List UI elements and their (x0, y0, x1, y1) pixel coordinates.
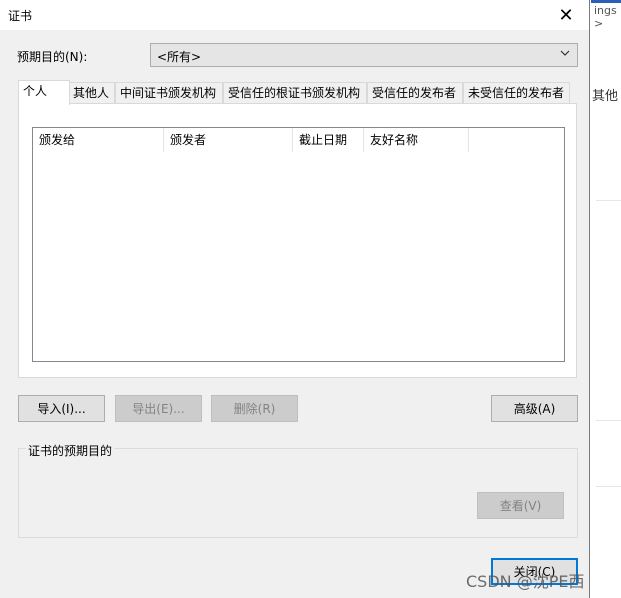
tab-untrusted-publishers[interactable]: 未受信任的发布者 (463, 82, 570, 103)
intended-purpose-label: 预期目的(N): (17, 50, 88, 64)
background-divider (596, 200, 621, 201)
advanced-button[interactable]: 高级(A) (491, 395, 578, 422)
close-icon: ✕ (558, 4, 574, 26)
title-bar: 证书 ✕ (0, 0, 589, 30)
import-button[interactable]: 导入(I)... (18, 395, 105, 422)
tab-label: 未受信任的发布者 (468, 86, 565, 100)
column-header-friendly-name[interactable]: 友好名称 (364, 128, 469, 152)
export-button[interactable]: 导出(E)... (115, 395, 202, 422)
intended-purposes-group-label: 证书的预期目的 (26, 442, 115, 459)
chevron-down-icon (559, 47, 571, 62)
tab-panel-personal: 颁发给 颁发者 截止日期 友好名称 (18, 103, 577, 378)
column-header-issued-by[interactable]: 颁发者 (164, 128, 293, 152)
view-button[interactable]: 查看(V) (477, 492, 564, 519)
column-header-issued-to[interactable]: 颁发给 (33, 128, 164, 152)
tab-label: 中间证书颁发机构 (120, 86, 217, 100)
close-window-button[interactable]: ✕ (543, 0, 589, 30)
intended-purpose-value: <所有> (157, 50, 202, 64)
intended-purpose-select[interactable]: <所有> (150, 43, 578, 67)
background-divider (596, 486, 621, 487)
tab-other-people[interactable]: 其他人 (68, 82, 115, 103)
background-divider (596, 420, 621, 421)
tab-intermediate-ca[interactable]: 中间证书颁发机构 (115, 82, 223, 103)
tab-personal[interactable]: 个人 (18, 80, 70, 105)
tab-trusted-publishers[interactable]: 受信任的发布者 (367, 82, 463, 103)
watermark: CSDN @沈PE西 (466, 572, 585, 591)
background-top-text: ings > (594, 4, 617, 30)
remove-button[interactable]: 删除(R) (211, 395, 298, 422)
tab-trusted-root-ca[interactable]: 受信任的根证书颁发机构 (223, 82, 367, 103)
column-header-expiration-date[interactable]: 截止日期 (293, 128, 364, 152)
tab-label: 受信任的发布者 (372, 86, 457, 100)
certificate-list[interactable]: 颁发给 颁发者 截止日期 友好名称 (32, 127, 565, 362)
tab-label: 其他人 (73, 86, 110, 100)
background-tab-other[interactable]: 其他 (592, 85, 618, 104)
certificates-dialog: 证书 ✕ 预期目的(N): <所有> 个人 其他人 中间证书颁发机构 受信任的根… (0, 0, 590, 598)
tab-label: 受信任的根证书颁发机构 (228, 86, 361, 100)
tab-label: 个人 (23, 84, 48, 98)
window-title: 证书 (8, 9, 33, 23)
background-titlebar (591, 0, 621, 3)
